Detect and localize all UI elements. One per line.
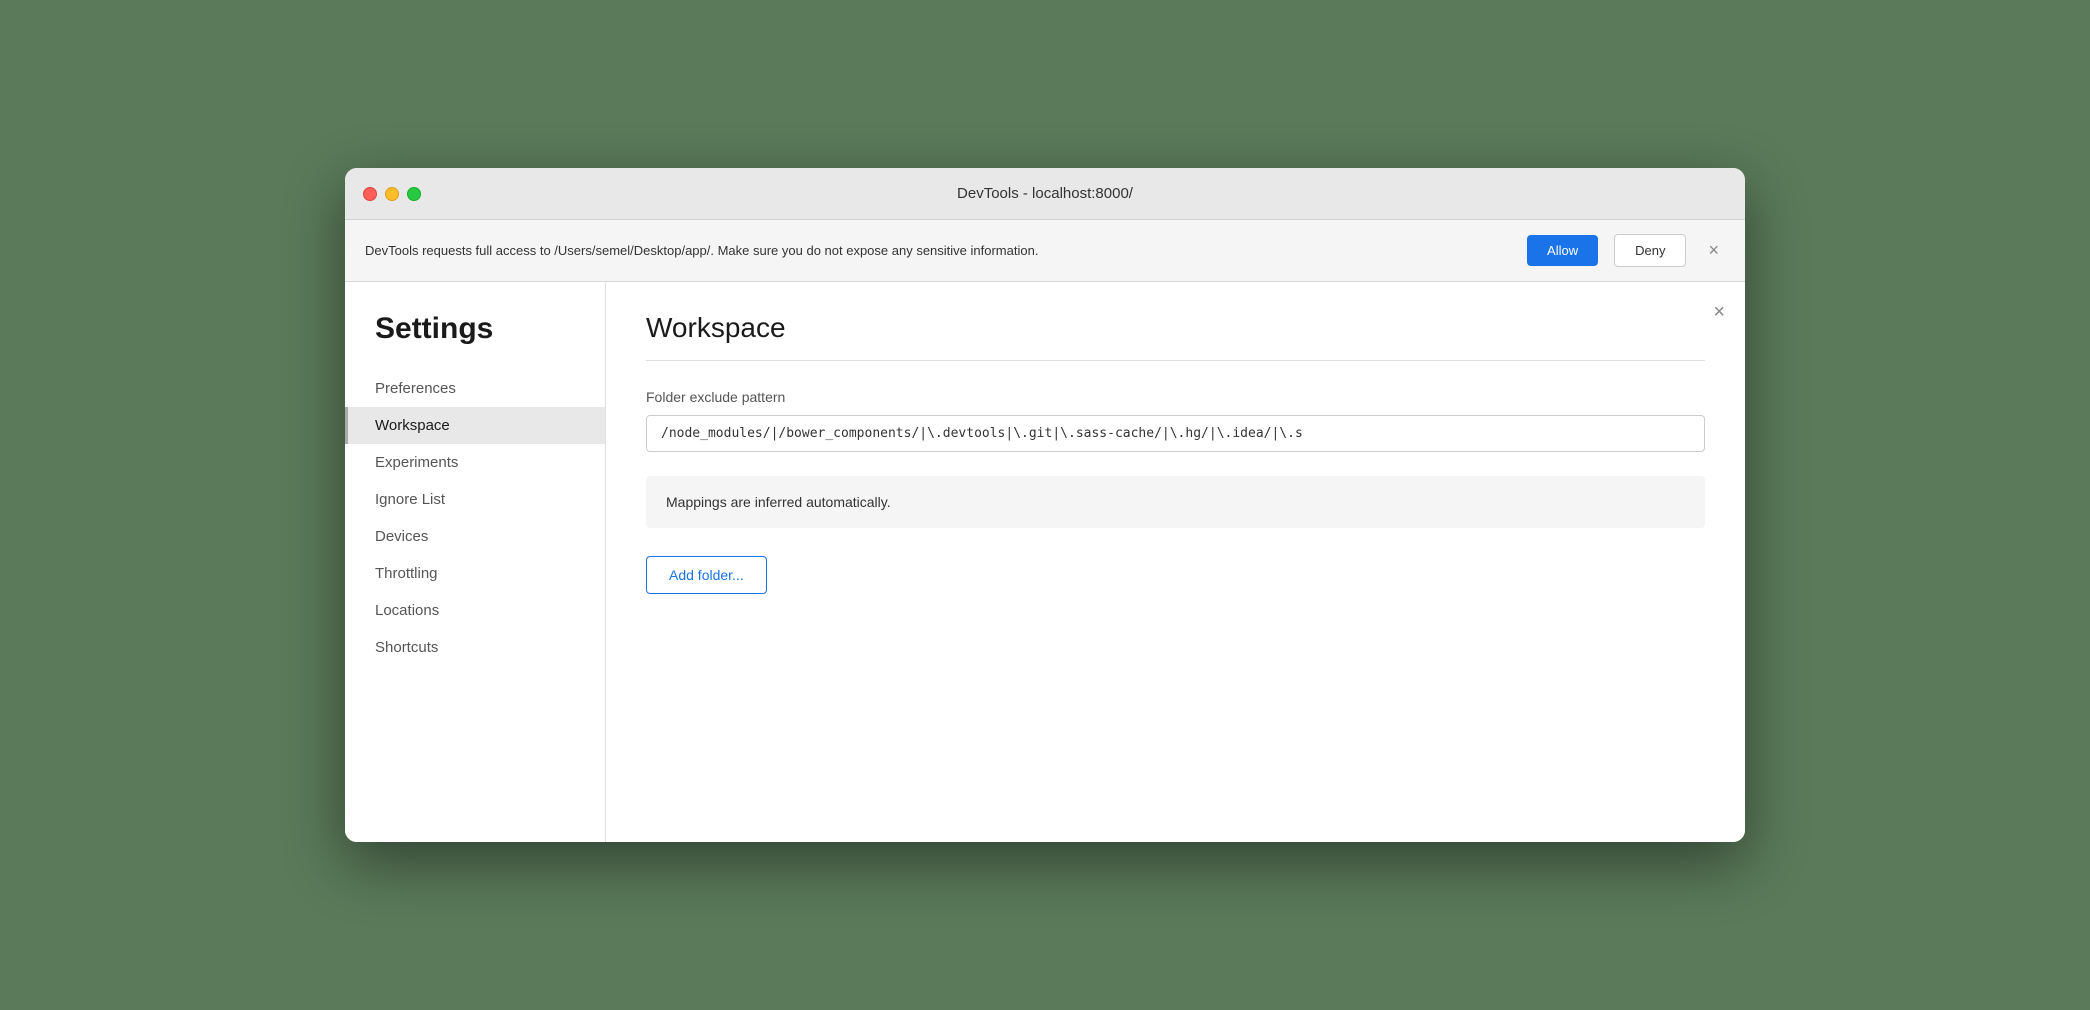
notification-bar: DevTools requests full access to /Users/…: [345, 220, 1745, 282]
notification-close-button[interactable]: ×: [1702, 240, 1725, 261]
sidebar-item-ignore-list[interactable]: Ignore List: [345, 481, 605, 518]
minimize-traffic-light[interactable]: [385, 187, 399, 201]
traffic-lights: [363, 187, 421, 201]
content-divider: [646, 360, 1705, 361]
folder-exclude-input[interactable]: [646, 415, 1705, 452]
sidebar-item-preferences[interactable]: Preferences: [345, 370, 605, 407]
window-title: DevTools - localhost:8000/: [957, 185, 1133, 202]
content-title: Workspace: [646, 312, 1705, 344]
allow-button[interactable]: Allow: [1527, 235, 1598, 266]
folder-exclude-label: Folder exclude pattern: [646, 389, 1705, 405]
devtools-window: DevTools - localhost:8000/ DevTools requ…: [345, 168, 1745, 842]
close-traffic-light[interactable]: [363, 187, 377, 201]
panel-close-button[interactable]: ×: [1713, 302, 1725, 322]
sidebar: Settings Preferences Workspace Experimen…: [345, 282, 605, 842]
deny-button[interactable]: Deny: [1614, 234, 1686, 267]
add-folder-button[interactable]: Add folder...: [646, 556, 767, 594]
sidebar-item-workspace[interactable]: Workspace: [345, 407, 605, 444]
sidebar-item-locations[interactable]: Locations: [345, 592, 605, 629]
maximize-traffic-light[interactable]: [407, 187, 421, 201]
sidebar-item-devices[interactable]: Devices: [345, 518, 605, 555]
notification-text: DevTools requests full access to /Users/…: [365, 243, 1511, 258]
sidebar-item-shortcuts[interactable]: Shortcuts: [345, 629, 605, 666]
mappings-info-box: Mappings are inferred automatically.: [646, 476, 1705, 528]
title-bar: DevTools - localhost:8000/: [345, 168, 1745, 220]
sidebar-item-experiments[interactable]: Experiments: [345, 444, 605, 481]
sidebar-item-throttling[interactable]: Throttling: [345, 555, 605, 592]
main-content: Settings Preferences Workspace Experimen…: [345, 282, 1745, 842]
mappings-info-text: Mappings are inferred automatically.: [666, 494, 891, 510]
sidebar-title: Settings: [345, 312, 605, 370]
content-panel: × Workspace Folder exclude pattern Mappi…: [605, 282, 1745, 842]
